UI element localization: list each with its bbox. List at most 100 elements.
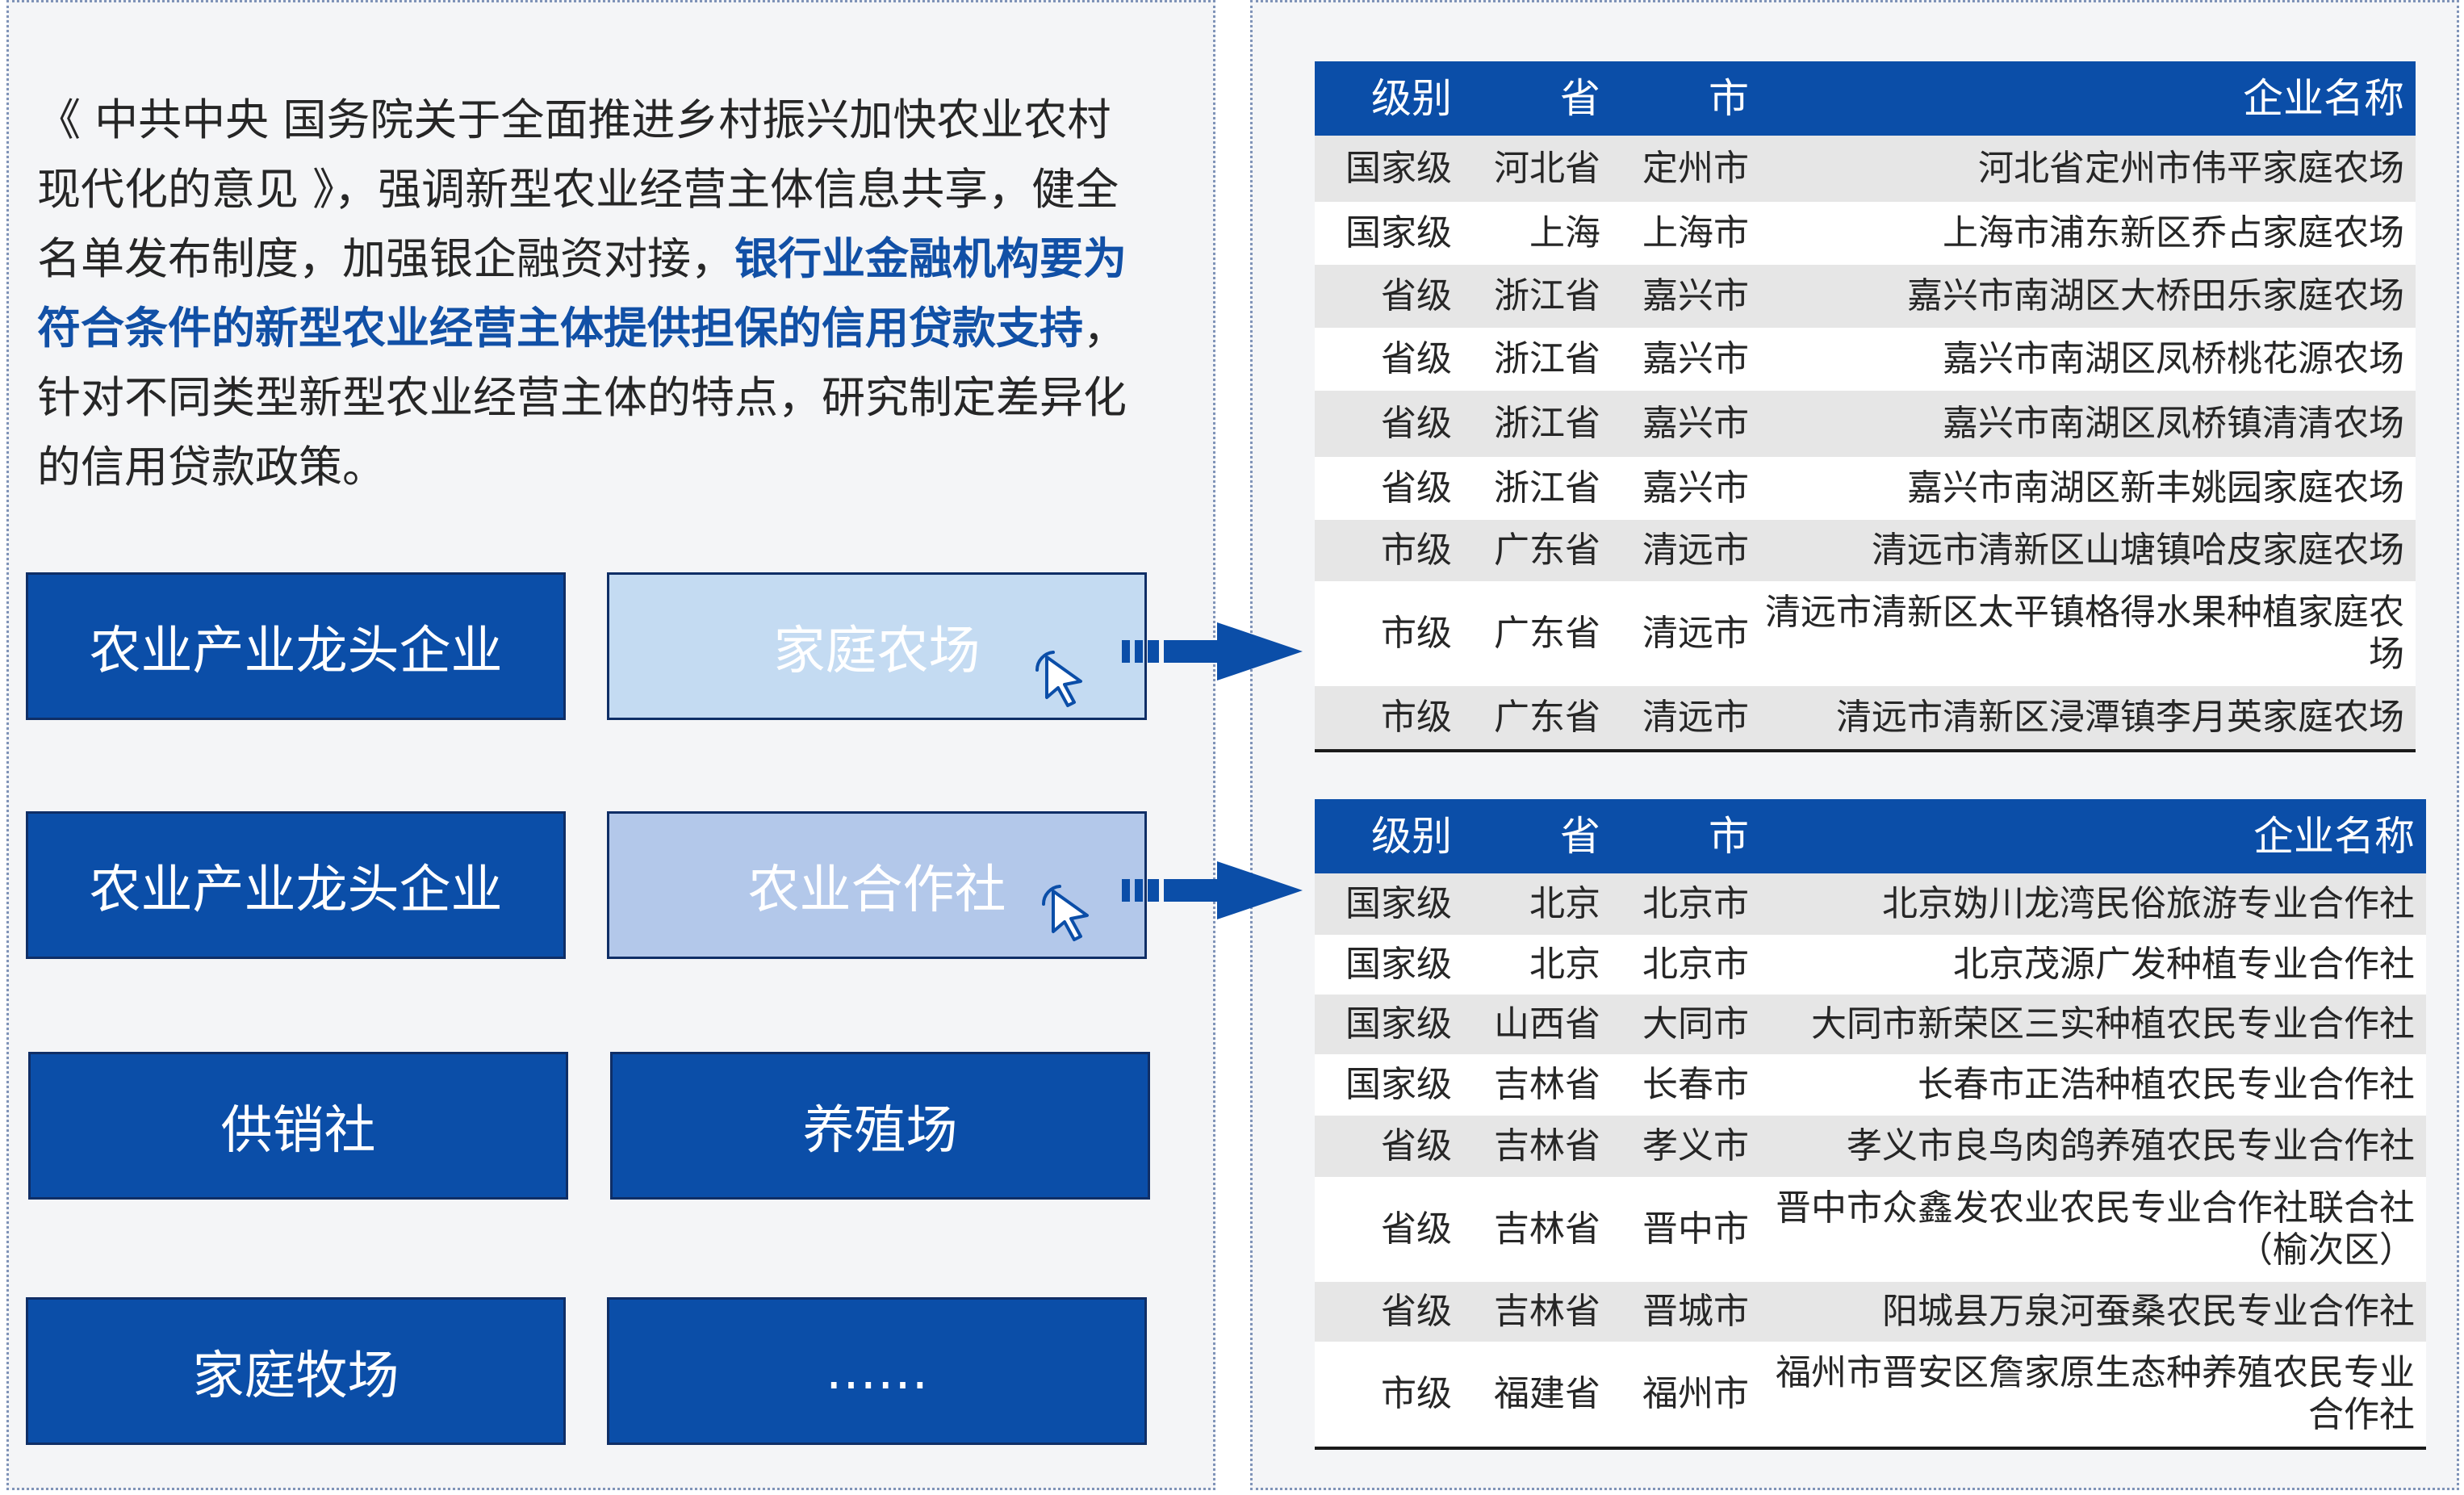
- table-row: 省级 浙江省 嘉兴市 嘉兴市南湖区新丰姚园家庭农场: [1315, 457, 2416, 520]
- header-province: 省: [1560, 813, 1600, 860]
- table-bottom-rule: [1315, 749, 2416, 752]
- cell-city: 定州市: [1642, 148, 1749, 189]
- cell-province: 北京: [1529, 883, 1600, 924]
- category-box-cooperative[interactable]: 农业合作社: [607, 811, 1147, 959]
- arrow-right-icon: [1122, 861, 1303, 919]
- cell-enterprise-name: 嘉兴市南湖区大桥田乐家庭农场: [1907, 275, 2404, 316]
- table-header: 级别 省 市 企业名称: [1315, 61, 2416, 136]
- category-label: 养殖场: [802, 1100, 958, 1161]
- cell-enterprise-name: 嘉兴市南湖区凤桥镇清清农场: [1943, 403, 2404, 444]
- cell-city: 大同市: [1642, 1003, 1749, 1045]
- category-box-supply-coop[interactable]: 供销社: [28, 1052, 568, 1200]
- cooperative-table: 级别 省 市 企业名称 国家级 北京 北京市 北京妫川龙湾民俗旅游专业合作社 国家级 北京…: [1315, 799, 2426, 1450]
- table-body: 国家级 北京 北京市 北京妫川龙湾民俗旅游专业合作社 国家级 北京 北京市 北京茂源广发种植专…: [1315, 873, 2426, 1447]
- category-label: 农业产业龙头企业: [89, 621, 503, 681]
- table-row: 市级 广东省 清远市 清远市清新区太平镇格得水果种植家庭农场: [1315, 581, 2416, 686]
- cell-province: 河北省: [1494, 148, 1600, 189]
- table-row: 市级 福建省 福州市 福州市晋安区詹家原生态种养殖农民专业合作社: [1315, 1342, 2426, 1447]
- cell-province: 北京: [1529, 944, 1600, 985]
- cell-level: 省级: [1381, 275, 1452, 316]
- table-row: 国家级 北京 北京市 北京妫川龙湾民俗旅游专业合作社: [1315, 873, 2426, 935]
- cell-level: 国家级: [1345, 212, 1452, 253]
- pointer-cursor-icon: [1035, 651, 1082, 707]
- table-header: 级别 省 市 企业名称: [1315, 799, 2426, 873]
- cell-level: 市级: [1381, 697, 1452, 738]
- cell-enterprise-name: 清远市清新区浸潭镇李月英家庭农场: [1836, 697, 2404, 738]
- cell-enterprise-name: 孝义市良鸟肉鸽养殖农民专业合作社: [1847, 1125, 2415, 1166]
- intro-paragraph: 《 中共中央 国务院关于全面推进乡村振兴加快农业农村现代化的意见 》，强调新型农…: [37, 86, 1151, 502]
- header-level: 级别: [1371, 75, 1452, 122]
- table-row: 省级 吉林省 晋城市 阳城县万泉河蚕桑农民专业合作社: [1315, 1282, 2426, 1342]
- cell-level: 省级: [1381, 467, 1452, 509]
- cell-level: 国家级: [1345, 1003, 1452, 1045]
- cell-enterprise-name: 河北省定州市伟平家庭农场: [1978, 148, 2404, 189]
- cell-enterprise-name: 清远市清新区山塘镇哈皮家庭农场: [1872, 530, 2404, 571]
- category-box-leading-enterprise-2[interactable]: 农业产业龙头企业: [26, 811, 566, 959]
- cell-province: 广东省: [1494, 530, 1600, 571]
- category-box-more[interactable]: ……: [607, 1297, 1147, 1445]
- family-farm-table: 级别 省 市 企业名称 国家级 河北省 定州市 河北省定州市伟平家庭农场 国家级 上海 上海…: [1315, 61, 2416, 752]
- cell-city: 长春市: [1642, 1064, 1749, 1105]
- cell-level: 省级: [1381, 1291, 1452, 1332]
- table-row: 市级 广东省 清远市 清远市清新区浸潭镇李月英家庭农场: [1315, 686, 2416, 749]
- cell-enterprise-name: 上海市浦东新区乔占家庭农场: [1943, 212, 2404, 253]
- cell-enterprise-name: 长春市正浩种植农民专业合作社: [1918, 1064, 2415, 1105]
- table-row: 市级 广东省 清远市 清远市清新区山塘镇哈皮家庭农场: [1315, 520, 2416, 581]
- cell-enterprise-name: 北京茂源广发种植专业合作社: [1953, 944, 2415, 985]
- cell-level: 省级: [1381, 338, 1452, 379]
- cell-level: 市级: [1381, 613, 1452, 654]
- cell-level: 国家级: [1345, 1064, 1452, 1105]
- cell-city: 福州市: [1642, 1373, 1749, 1414]
- header-enterprise-name: 企业名称: [2243, 75, 2404, 122]
- cell-province: 浙江省: [1494, 338, 1600, 379]
- cell-enterprise-name: 阳城县万泉河蚕桑农民专业合作社: [1882, 1291, 2415, 1332]
- table-row: 国家级 河北省 定州市 河北省定州市伟平家庭农场: [1315, 136, 2416, 202]
- table-row: 国家级 上海 上海市 上海市浦东新区乔占家庭农场: [1315, 202, 2416, 265]
- table-row: 省级 浙江省 嘉兴市 嘉兴市南湖区凤桥镇清清农场: [1315, 391, 2416, 457]
- category-box-leading-enterprise-1[interactable]: 农业产业龙头企业: [26, 572, 566, 720]
- cell-province: 吉林省: [1494, 1064, 1600, 1105]
- cell-province: 山西省: [1494, 1003, 1600, 1045]
- category-label: ……: [825, 1341, 929, 1401]
- cell-province: 吉林省: [1494, 1208, 1600, 1250]
- table-row: 国家级 北京 北京市 北京茂源广发种植专业合作社: [1315, 935, 2426, 995]
- cell-level: 市级: [1381, 530, 1452, 571]
- cell-province: 浙江省: [1494, 467, 1600, 509]
- header-province: 省: [1560, 75, 1600, 122]
- cell-city: 晋中市: [1642, 1208, 1749, 1250]
- cell-province: 吉林省: [1494, 1125, 1600, 1166]
- category-box-family-ranch[interactable]: 家庭牧场: [26, 1297, 566, 1445]
- category-label: 农业合作社: [747, 860, 1006, 920]
- cell-city: 北京市: [1642, 883, 1749, 924]
- table-row: 省级 浙江省 嘉兴市 嘉兴市南湖区大桥田乐家庭农场: [1315, 265, 2416, 328]
- cell-enterprise-name: 大同市新荣区三实种植农民专业合作社: [1811, 1003, 2415, 1045]
- cell-level: 国家级: [1345, 883, 1452, 924]
- header-level: 级别: [1371, 813, 1452, 860]
- category-box-family-farm[interactable]: 家庭农场: [607, 572, 1147, 720]
- table-row: 省级 吉林省 晋中市 晋中市众鑫发农业农民专业合作社联合社（榆次区）: [1315, 1177, 2426, 1282]
- cell-province: 福建省: [1494, 1373, 1600, 1414]
- header-city: 市: [1709, 813, 1749, 860]
- cell-city: 清远市: [1642, 697, 1749, 738]
- cell-city: 嘉兴市: [1642, 403, 1749, 444]
- category-label: 家庭农场: [773, 621, 981, 681]
- cell-city: 晋城市: [1642, 1291, 1749, 1332]
- cell-level: 国家级: [1345, 148, 1452, 189]
- cell-enterprise-name: 嘉兴市南湖区新丰姚园家庭农场: [1907, 467, 2404, 509]
- table-row: 国家级 山西省 大同市 大同市新荣区三实种植农民专业合作社: [1315, 995, 2426, 1054]
- table-row: 省级 浙江省 嘉兴市 嘉兴市南湖区凤桥桃花源农场: [1315, 328, 2416, 391]
- cell-city: 上海市: [1642, 212, 1749, 253]
- cell-province: 广东省: [1494, 697, 1600, 738]
- cell-province: 吉林省: [1494, 1291, 1600, 1332]
- cell-enterprise-name: 清远市清新区太平镇格得水果种植家庭农场: [1765, 592, 2404, 675]
- category-box-breeding-farm[interactable]: 养殖场: [610, 1052, 1150, 1200]
- category-label: 家庭牧场: [192, 1346, 400, 1406]
- category-label: 供销社: [220, 1100, 376, 1161]
- cell-level: 省级: [1381, 1208, 1452, 1250]
- cell-province: 浙江省: [1494, 275, 1600, 316]
- cell-city: 清远市: [1642, 613, 1749, 654]
- cell-city: 孝义市: [1642, 1125, 1749, 1166]
- cell-city: 嘉兴市: [1642, 275, 1749, 316]
- header-enterprise-name: 企业名称: [2253, 813, 2415, 860]
- cell-province: 广东省: [1494, 613, 1600, 654]
